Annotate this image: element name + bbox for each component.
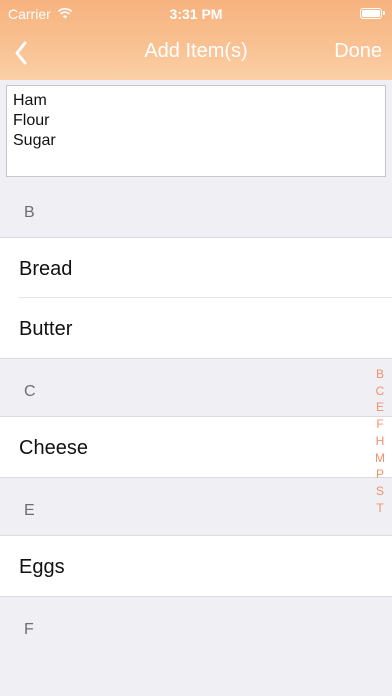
nav-bar: Add Item(s) Done (0, 28, 392, 78)
list-item-label: Cheese (19, 437, 88, 459)
section-index[interactable]: B C E F H M P S T (373, 366, 387, 516)
section-header-b: B (0, 180, 392, 238)
text-line: Ham (13, 92, 47, 109)
list-item-bread[interactable]: Bread (0, 238, 392, 298)
index-letter-m[interactable]: M (373, 450, 387, 467)
done-button[interactable]: Done (334, 40, 382, 63)
index-letter-s[interactable]: S (373, 483, 387, 500)
index-letter-h[interactable]: H (373, 433, 387, 450)
list-item-label: Butter (19, 318, 73, 340)
status-time: 3:31 PM (169, 6, 223, 22)
list-item-label: Eggs (19, 556, 65, 578)
section-header-label: E (24, 502, 35, 519)
index-letter-e[interactable]: E (373, 399, 387, 416)
section-header-f: F (0, 597, 392, 654)
list-item-label: Bread (19, 258, 73, 280)
header-gradient: Carrier 3:31 PM Add Item(s) Done (0, 0, 392, 80)
item-list: B Bread Butter C Cheese E Eggs F (0, 180, 392, 654)
list-item-eggs[interactable]: Eggs (0, 536, 392, 597)
index-letter-b[interactable]: B (373, 366, 387, 383)
battery-icon (360, 8, 385, 19)
index-letter-t[interactable]: T (373, 500, 387, 517)
text-line: Flour (13, 112, 50, 129)
list-item-cheese[interactable]: Cheese (0, 417, 392, 478)
status-bar: Carrier 3:31 PM (0, 0, 392, 28)
section-header-label: B (24, 204, 35, 221)
section-header-label: C (24, 383, 36, 400)
page-title: Add Item(s) (144, 40, 248, 62)
section-header-label: F (24, 621, 34, 638)
index-letter-c[interactable]: C (373, 383, 387, 400)
items-text-input[interactable]: Ham Flour Sugar (6, 85, 386, 177)
index-letter-f[interactable]: F (373, 416, 387, 433)
index-letter-p[interactable]: P (373, 466, 387, 483)
list-item-butter[interactable]: Butter (0, 298, 392, 359)
text-line: Sugar (13, 132, 56, 149)
section-header-e: E (0, 478, 392, 536)
section-header-c: C (0, 359, 392, 417)
